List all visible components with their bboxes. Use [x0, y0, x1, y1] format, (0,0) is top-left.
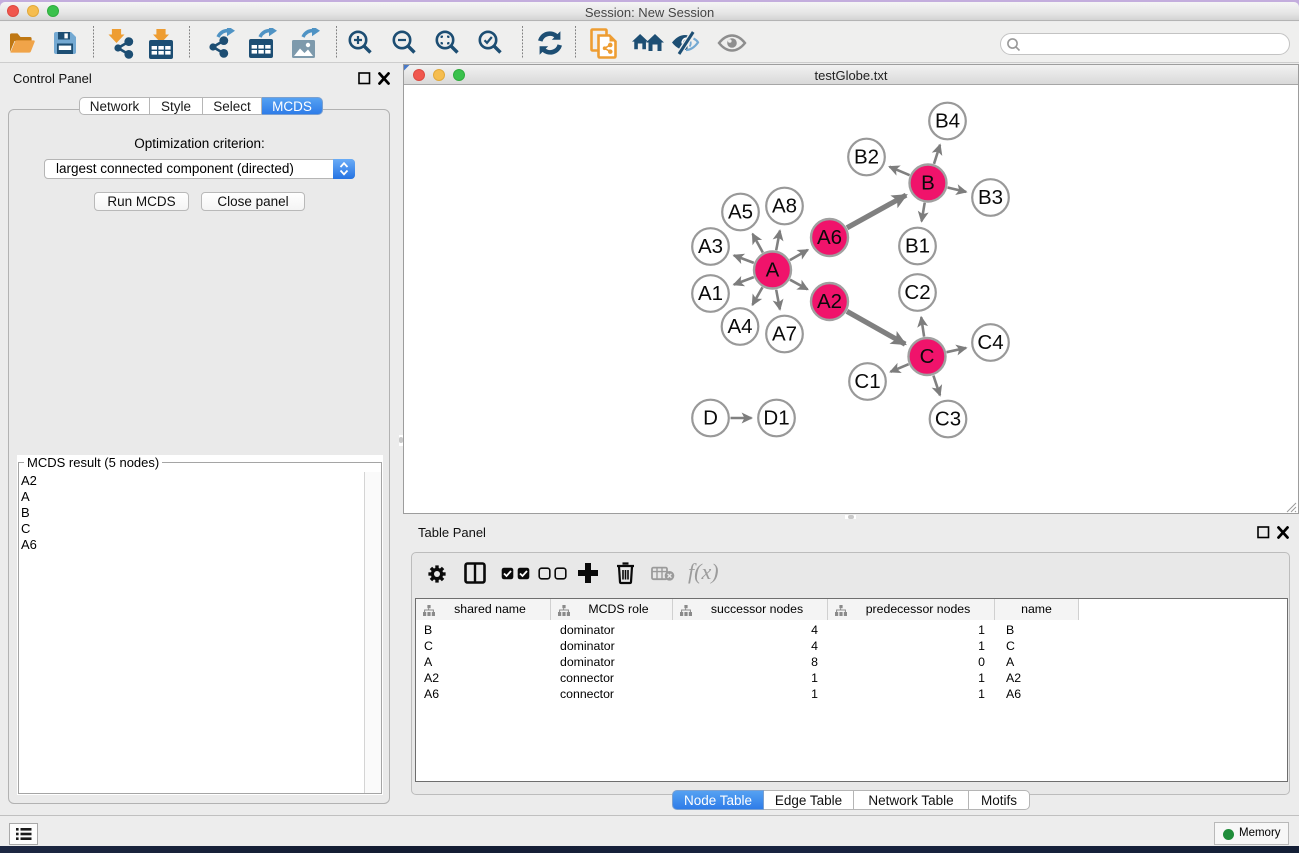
svg-text:A1: A1: [697, 282, 722, 305]
svg-text:C4: C4: [977, 331, 1003, 354]
svg-text:A7: A7: [771, 322, 796, 345]
svg-text:B3: B3: [977, 186, 1002, 209]
svg-text:A2: A2: [816, 290, 841, 313]
svg-text:A3: A3: [697, 235, 722, 258]
svg-text:B4: B4: [934, 109, 959, 132]
svg-text:A8: A8: [771, 194, 796, 217]
svg-text:D1: D1: [763, 406, 789, 429]
svg-text:C: C: [919, 345, 934, 368]
svg-text:D: D: [703, 406, 718, 429]
svg-text:A: A: [765, 258, 779, 281]
svg-text:B: B: [921, 171, 935, 194]
svg-text:C2: C2: [904, 281, 930, 304]
svg-text:B2: B2: [853, 145, 878, 168]
svg-text:B1: B1: [904, 234, 929, 257]
svg-text:A4: A4: [727, 315, 752, 338]
svg-text:A6: A6: [816, 226, 841, 249]
svg-text:A5: A5: [727, 200, 752, 223]
svg-text:C1: C1: [854, 370, 880, 393]
svg-text:C3: C3: [934, 407, 960, 430]
